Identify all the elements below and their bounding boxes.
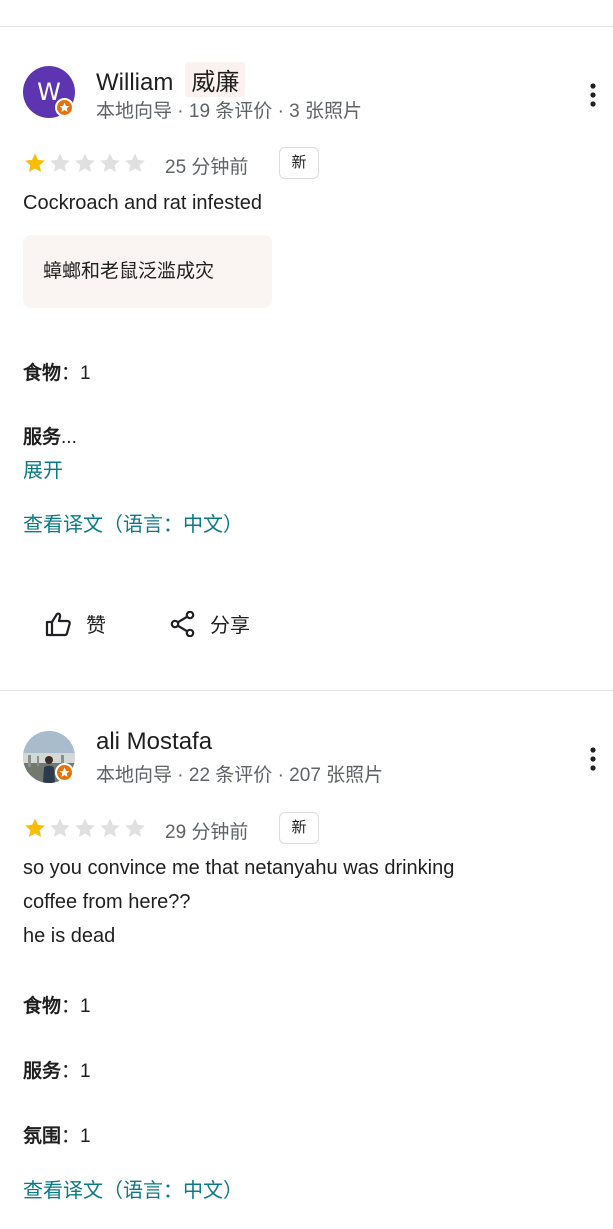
view-translation-link[interactable]: 查看译文（语言：中文） (23, 1174, 243, 1203)
star-empty-icon (75, 818, 95, 837)
translated-text: 蟑螂和老鼠泛滥成灾 (23, 235, 272, 308)
star-filled-icon (25, 153, 45, 172)
star-rating (23, 817, 148, 839)
review-text: Cockroach and rat infested (23, 192, 263, 214)
rating-value: 1 (80, 1126, 91, 1147)
more-options-icon[interactable] (584, 82, 602, 108)
star-empty-icon (100, 818, 120, 837)
rating-separator: ... (61, 427, 77, 448)
star-empty-icon (125, 818, 145, 837)
rating-label: 食物 (23, 996, 62, 1017)
star-rating (23, 152, 148, 174)
author-name-row[interactable]: William 威廉 (96, 62, 246, 97)
expand-link[interactable]: 展开 (23, 454, 63, 483)
star-empty-icon (75, 153, 95, 172)
rating-separator: ： (61, 1126, 81, 1147)
author-name-row[interactable]: ali Mostafa (96, 728, 212, 756)
thumbs-up-icon (45, 612, 71, 636)
rating-label: 服务 (23, 1061, 62, 1082)
view-translation-link[interactable]: 查看译文（语言：中文） (23, 508, 243, 537)
local-guide-star-icon (55, 98, 74, 117)
like-button[interactable]: 赞 (44, 609, 106, 638)
rating-service: 服务：1 (23, 1056, 91, 1083)
review-text-line: coffee from here?? (23, 891, 191, 913)
author-meta: 本地向导 · 22 条评价 · 207 张照片 (96, 765, 384, 786)
review-text: so you convince me that netanyahu was dr… (23, 851, 583, 953)
rating-atmosphere: 氛围：1 (23, 1121, 91, 1148)
author-name[interactable]: ali Mostafa (96, 728, 212, 755)
rating-label: 氛围 (23, 1126, 62, 1147)
rating-value: 1 (80, 996, 91, 1017)
rating-separator: ： (61, 363, 81, 384)
new-badge: 新 (279, 147, 319, 179)
rating-service: 服务... (23, 422, 77, 449)
review-text-line: he is dead (23, 925, 116, 947)
rating-value: 1 (80, 1061, 91, 1082)
author-meta: 本地向导 · 19 条评价 · 3 张照片 (96, 101, 363, 122)
star-empty-icon (50, 818, 70, 837)
rating-label: 服务 (23, 427, 62, 448)
share-icon (170, 610, 195, 637)
new-badge: 新 (279, 812, 319, 844)
top-divider (0, 26, 613, 27)
rating-label: 食物 (23, 363, 62, 384)
author-name[interactable]: William (96, 69, 173, 96)
rating-separator: ： (61, 1061, 81, 1082)
rating-separator: ： (61, 996, 81, 1017)
review-time: 25 分钟前 (165, 157, 249, 178)
like-label: 赞 (86, 615, 106, 637)
star-filled-icon (25, 818, 45, 837)
review-divider (0, 690, 613, 691)
rating-food: 食物：1 (23, 358, 91, 385)
share-button[interactable]: 分享 (170, 609, 250, 638)
rating-food: 食物：1 (23, 991, 91, 1018)
review-text-line: so you convince me that netanyahu was dr… (23, 857, 455, 879)
share-label: 分享 (210, 615, 250, 637)
star-empty-icon (125, 153, 145, 172)
star-empty-icon (100, 153, 120, 172)
local-guide-star-icon (55, 763, 74, 782)
star-empty-icon (50, 153, 70, 172)
more-options-icon[interactable] (584, 746, 602, 772)
review-time: 29 分钟前 (165, 822, 249, 843)
rating-value: 1 (80, 363, 91, 384)
author-name-translation: 威廉 (185, 62, 246, 97)
